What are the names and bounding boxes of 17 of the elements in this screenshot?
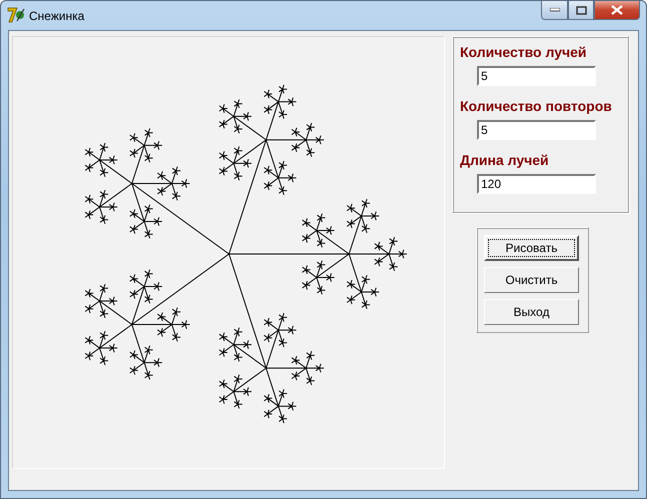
minimize-icon xyxy=(550,8,560,12)
maximize-button[interactable] xyxy=(568,1,594,20)
input-field[interactable]: 120 xyxy=(477,174,596,194)
action-button[interactable]: Очистить xyxy=(484,267,579,293)
app-icon xyxy=(7,6,25,24)
action-button[interactable]: Выход xyxy=(484,299,579,325)
field-label: Количество повторов xyxy=(460,98,613,114)
input-field[interactable]: 5 xyxy=(477,66,596,86)
close-icon xyxy=(611,5,623,15)
minimize-button[interactable] xyxy=(541,1,568,20)
field-label: Количество лучей xyxy=(460,44,588,60)
close-button[interactable] xyxy=(594,1,640,20)
window-title: Снежинка xyxy=(29,9,84,23)
maximize-icon xyxy=(576,6,586,14)
action-button[interactable]: Рисовать xyxy=(484,235,579,261)
input-field[interactable]: 5 xyxy=(477,120,596,140)
field-label: Длина лучей xyxy=(460,152,550,168)
